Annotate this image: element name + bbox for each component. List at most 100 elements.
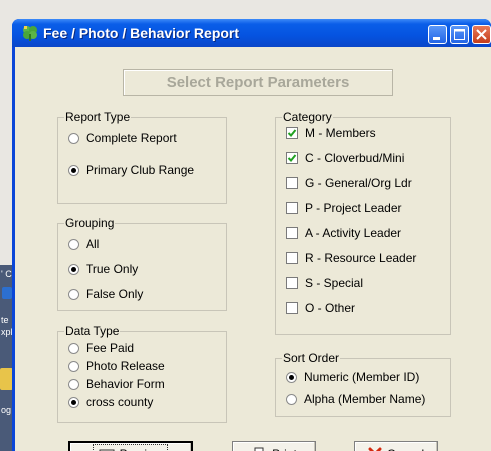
desktop-fragment-3: xpl <box>1 327 13 337</box>
title-bar[interactable]: Fee / Photo / Behavior Report <box>12 19 491 47</box>
print-label-rest: rint <box>280 447 297 451</box>
checkbox-resource-leader[interactable]: R - Resource Leader <box>286 251 416 265</box>
printer-icon <box>254 447 264 451</box>
sort-order-group: Sort Order Numeric (Member ID) Alpha (Me… <box>275 351 451 417</box>
checkbox-label: M - Members <box>305 126 376 140</box>
grouping-legend: Grouping <box>64 216 116 230</box>
data-type-legend: Data Type <box>64 324 121 338</box>
preview-label: Preview <box>120 447 163 451</box>
close-button[interactable] <box>472 25 491 44</box>
radio-button[interactable] <box>68 342 79 354</box>
radio-button[interactable] <box>68 238 79 250</box>
checkbox-label: A - Activity Leader <box>305 226 402 240</box>
checkbox[interactable] <box>286 127 298 139</box>
radio-button[interactable] <box>68 132 79 144</box>
preview-mnemonic: P <box>120 447 128 451</box>
radio-label: cross county <box>86 395 154 409</box>
radio-cross-county[interactable]: cross county <box>68 395 153 409</box>
minimize-icon <box>433 37 440 40</box>
radio-label: False Only <box>86 287 144 301</box>
radio-label: Photo Release <box>86 359 165 373</box>
checkbox-members[interactable]: M - Members <box>286 126 376 140</box>
checkbox[interactable] <box>286 252 298 264</box>
radio-button[interactable] <box>286 393 297 405</box>
maximize-icon <box>454 29 465 40</box>
cancel-button[interactable]: Cancel <box>354 441 438 451</box>
print-mnemonic: P <box>272 447 280 451</box>
checkbox-activity-leader[interactable]: A - Activity Leader <box>286 226 401 240</box>
sort-order-legend: Sort Order <box>282 351 341 365</box>
maximize-button[interactable] <box>450 25 469 44</box>
radio-primary-club-range[interactable]: Primary Club Range <box>68 163 194 177</box>
radio-button[interactable] <box>68 396 79 408</box>
checkbox-label: G - General/Org Ldr <box>305 176 412 190</box>
clover-app-icon <box>23 26 37 41</box>
window-title: Fee / Photo / Behavior Report <box>43 25 240 41</box>
radio-button[interactable] <box>68 378 79 390</box>
checkbox-label: S - Special <box>305 276 364 290</box>
cancel-x-icon <box>368 447 382 451</box>
radio-label: Alpha (Member Name) <box>304 392 426 406</box>
select-report-parameters-button: Select Report Parameters <box>123 69 393 96</box>
radio-button[interactable] <box>68 360 79 372</box>
checkbox-special[interactable]: S - Special <box>286 276 363 290</box>
print-button[interactable]: Print <box>232 441 316 451</box>
cancel-label-rest: ancel <box>395 447 424 451</box>
radio-true-only[interactable]: True Only <box>68 262 138 276</box>
radio-label: Complete Report <box>86 131 177 145</box>
checkbox-label: O - Other <box>305 301 356 315</box>
desktop-fragment-4: og <box>1 405 12 415</box>
report-type-legend: Report Type <box>64 110 132 124</box>
radio-button[interactable] <box>286 371 297 383</box>
close-icon <box>476 29 487 40</box>
desktop-icon <box>2 287 12 299</box>
checkbox[interactable] <box>286 277 298 289</box>
radio-label: True Only <box>86 262 139 276</box>
checkbox-cloverbud[interactable]: C - Cloverbud/Mini <box>286 151 404 165</box>
checkbox[interactable] <box>286 152 298 164</box>
radio-label: Primary Club Range <box>86 163 195 177</box>
radio-alpha-member-name[interactable]: Alpha (Member Name) <box>286 392 425 406</box>
report-window: Fee / Photo / Behavior Report Select Rep… <box>12 19 491 451</box>
radio-behavior-form[interactable]: Behavior Form <box>68 377 165 391</box>
radio-all[interactable]: All <box>68 237 99 251</box>
cancel-label: Cancel <box>387 447 424 451</box>
dialog-client-area: Select Report Parameters Report Type Com… <box>15 47 491 451</box>
checkbox[interactable] <box>286 227 298 239</box>
radio-false-only[interactable]: False Only <box>68 287 143 301</box>
checkbox[interactable] <box>286 177 298 189</box>
checkbox-label: C - Cloverbud/Mini <box>305 151 405 165</box>
radio-button[interactable] <box>68 288 79 300</box>
preview-button[interactable]: Preview <box>68 441 193 451</box>
radio-button[interactable] <box>68 164 79 176</box>
checkbox-label: R - Resource Leader <box>305 251 417 265</box>
checkmark-icon <box>287 154 297 162</box>
checkbox-label: P - Project Leader <box>305 201 402 215</box>
preview-focus: Preview <box>92 444 169 451</box>
checkbox-project-leader[interactable]: P - Project Leader <box>286 201 402 215</box>
preview-label-rest: review <box>128 447 163 451</box>
radio-fee-paid[interactable]: Fee Paid <box>68 341 134 355</box>
checkbox-general-org-ldr[interactable]: G - General/Org Ldr <box>286 176 412 190</box>
grouping-group: Grouping All True Only False Only <box>57 216 227 311</box>
radio-button[interactable] <box>68 263 79 275</box>
data-type-group: Data Type Fee Paid Photo Release Behavio… <box>57 324 227 423</box>
radio-label: Behavior Form <box>86 377 165 391</box>
radio-label: Numeric (Member ID) <box>304 370 420 384</box>
radio-complete-report[interactable]: Complete Report <box>68 131 177 145</box>
category-group: Category M - Members C - Cloverbud/Mini … <box>275 110 451 335</box>
radio-numeric-member-id[interactable]: Numeric (Member ID) <box>286 370 419 384</box>
radio-label: All <box>86 237 100 251</box>
print-label: Print <box>272 447 297 451</box>
category-legend: Category <box>282 110 333 124</box>
radio-label: Fee Paid <box>86 341 135 355</box>
checkbox-other[interactable]: O - Other <box>286 301 355 315</box>
preview-icon <box>99 449 115 451</box>
desktop-fragment-1: ' C <box>1 269 12 279</box>
report-type-group: Report Type Complete Report Primary Club… <box>57 110 227 204</box>
minimize-button[interactable] <box>428 25 447 44</box>
checkbox[interactable] <box>286 302 298 314</box>
checkmark-icon <box>287 129 297 137</box>
checkbox[interactable] <box>286 202 298 214</box>
radio-photo-release[interactable]: Photo Release <box>68 359 165 373</box>
